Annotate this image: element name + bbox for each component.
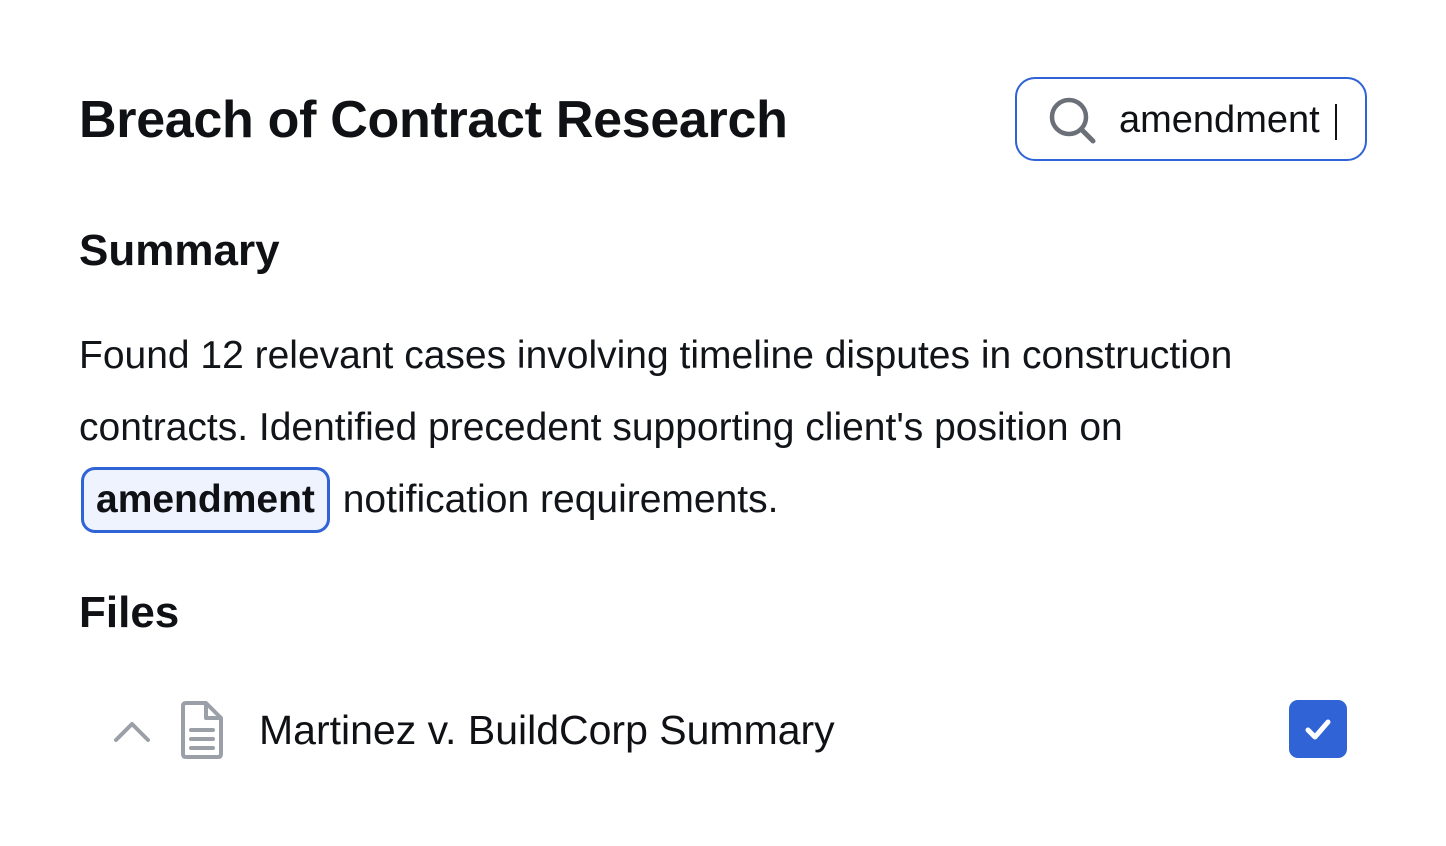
check-icon [1305, 719, 1331, 740]
summary-text: Found 12 relevant cases involving timeli… [79, 320, 1359, 536]
search-input[interactable] [1119, 93, 1349, 147]
summary-heading: Summary [79, 226, 280, 275]
summary-text-after: notification requirements. [342, 478, 779, 521]
file-checkbox[interactable] [1289, 700, 1347, 758]
file-name[interactable]: Martinez v. BuildCorp Summary [259, 702, 835, 758]
page-title: Breach of Contract Research [79, 91, 788, 149]
text-caret [1335, 104, 1337, 140]
search-icon [1049, 97, 1096, 144]
search-box[interactable] [1015, 77, 1367, 161]
document-icon [181, 701, 223, 759]
search-highlight: amendment [81, 467, 330, 533]
chevron-up-icon[interactable] [111, 710, 153, 752]
summary-text-before: Found 12 relevant cases involving timeli… [79, 334, 1233, 449]
file-row[interactable]: Martinez v. BuildCorp Summary [79, 690, 1369, 770]
files-heading: Files [79, 588, 180, 637]
